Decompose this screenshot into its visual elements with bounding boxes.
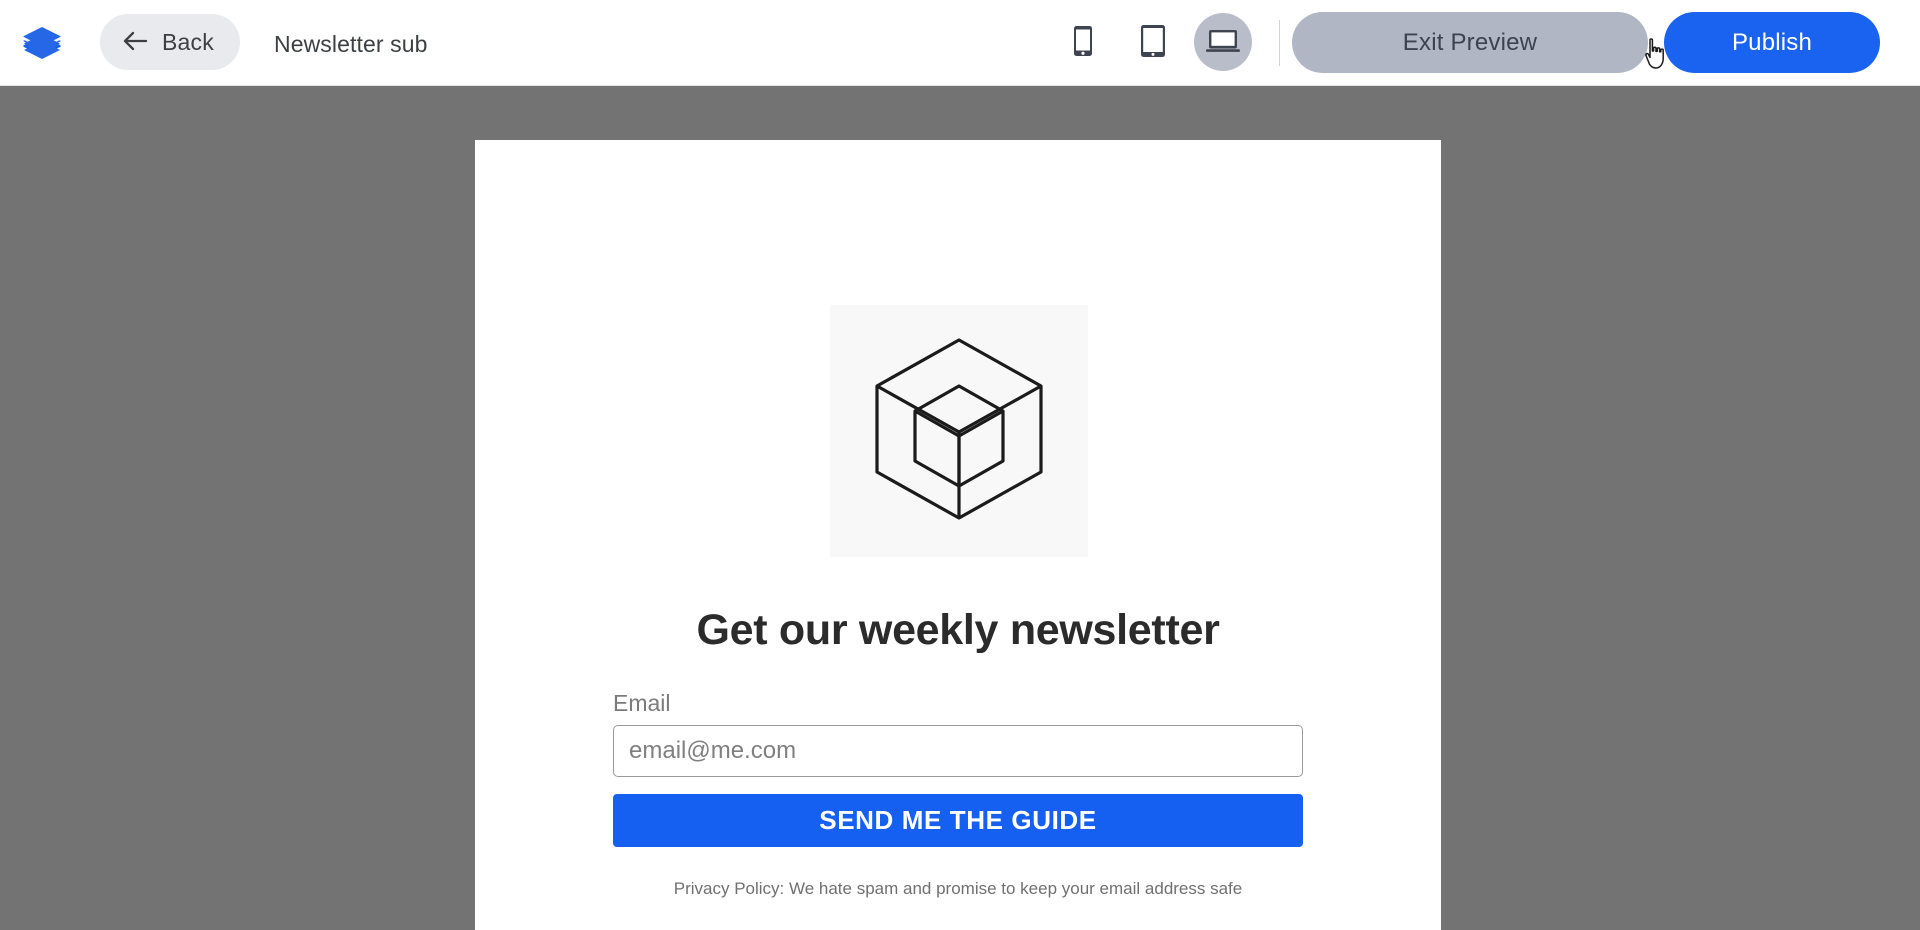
email-field-label: Email [613,690,671,716]
preview-page: Get our weekly newsletter Email SEND ME … [475,140,1441,930]
privacy-policy-note: Privacy Policy: We hate spam and promise… [673,879,1243,898]
laptop-desktop-icon [1206,27,1240,58]
back-button-label: Back [162,28,214,55]
submit-button[interactable]: SEND ME THE GUIDE [613,794,1303,847]
isometric-cube-icon [871,336,1047,527]
mobile-phone-icon [1070,25,1096,60]
arrow-left-icon [122,30,148,55]
toolbar-divider [1279,20,1280,66]
device-button-mobile[interactable] [1054,13,1112,71]
stacked-layers-logo-icon[interactable] [18,18,66,66]
page-headline: Get our weekly newsletter [696,606,1220,654]
publish-button[interactable]: Publish [1664,12,1880,73]
tablet-icon [1138,24,1168,61]
exit-preview-button[interactable]: Exit Preview [1292,12,1648,73]
device-button-desktop[interactable] [1194,13,1252,71]
device-preview-switcher [1054,13,1252,71]
hero-image-placeholder [830,305,1088,557]
top-toolbar: Back Newsletter sub Exit Preview Publish [0,0,1920,86]
preview-canvas-backdrop: Get our weekly newsletter Email SEND ME … [0,86,1920,930]
newsletter-signup-form: Email SEND ME THE GUIDE Privacy Policy: … [613,690,1303,899]
back-button[interactable]: Back [100,14,240,70]
device-button-tablet[interactable] [1124,13,1182,71]
email-input[interactable] [613,725,1303,777]
document-title: Newsletter sub [274,31,428,57]
